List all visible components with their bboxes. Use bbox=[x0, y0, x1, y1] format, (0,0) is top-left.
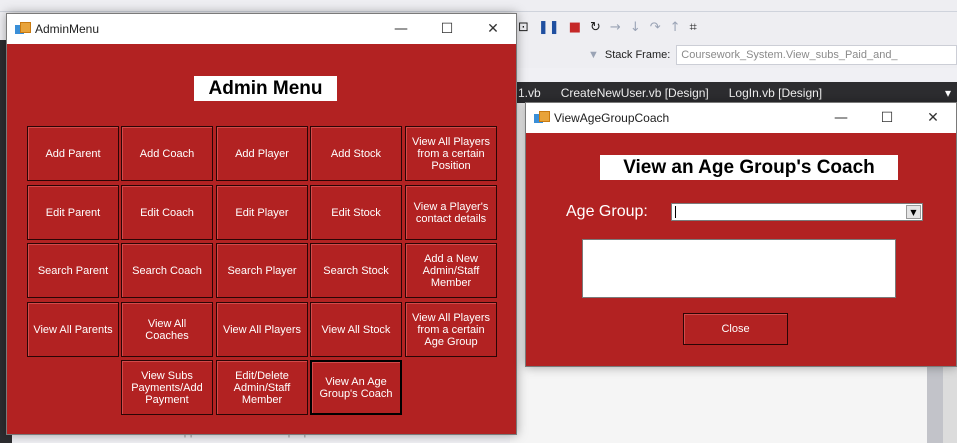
view-age-group-coach-window: ViewAgeGroupCoach — ☐ ✕ View an Age Grou… bbox=[525, 102, 957, 367]
close-window-button[interactable]: ✕ bbox=[910, 103, 956, 133]
age-coach-form: View an Age Group's Coach Age Group: ▼ C… bbox=[526, 133, 956, 366]
add-admin-staff-button[interactable]: Add a New Admin/Staff Member bbox=[405, 243, 497, 298]
show-next-statement-icon[interactable]: → bbox=[610, 20, 621, 35]
search-stock-button[interactable]: Search Stock bbox=[310, 243, 402, 298]
age-group-dropdown[interactable]: ▼ bbox=[671, 203, 923, 221]
maximize-button[interactable]: ☐ bbox=[424, 14, 470, 44]
search-player-button[interactable]: Search Player bbox=[216, 243, 308, 298]
view-age-group-coach-button[interactable]: View An Age Group's Coach bbox=[310, 360, 402, 415]
admin-menu-window: AdminMenu — ☐ ✕ Admin Menu Add Parent Ad… bbox=[6, 13, 517, 435]
age-group-label: Age Group: bbox=[566, 203, 648, 220]
view-all-parents-button[interactable]: View All Parents bbox=[27, 302, 119, 357]
admin-menu-titlebar[interactable]: AdminMenu — ☐ ✕ bbox=[7, 14, 516, 44]
page-title: Admin Menu bbox=[194, 76, 337, 101]
view-all-stock-button[interactable]: View All Stock bbox=[310, 302, 402, 357]
ide-stack-frame-bar: ▼ Stack Frame: Coursework_System.View_su… bbox=[510, 42, 957, 68]
page-title: View an Age Group's Coach bbox=[600, 155, 898, 180]
search-coach-button[interactable]: Search Coach bbox=[121, 243, 213, 298]
admin-menu-form: Admin Menu Add Parent Add Coach Add Play… bbox=[7, 44, 516, 434]
close-window-button[interactable]: ✕ bbox=[470, 14, 516, 44]
age-coach-titlebar[interactable]: ViewAgeGroupCoach — ☐ ✕ bbox=[526, 103, 956, 133]
stack-frame-dropdown[interactable]: Coursework_System.View_subs_Paid_and_ bbox=[676, 45, 957, 65]
stack-frame-label: Stack Frame: bbox=[604, 49, 671, 61]
thread-filter-icon[interactable]: ▼ bbox=[588, 49, 599, 61]
edit-stock-button[interactable]: Edit Stock bbox=[310, 185, 402, 240]
tab-overflow-icon[interactable]: ▾ bbox=[939, 86, 957, 100]
add-stock-button[interactable]: Add Stock bbox=[310, 126, 402, 181]
step-over-icon[interactable]: ↷ bbox=[650, 20, 661, 35]
edit-coach-button[interactable]: Edit Coach bbox=[121, 185, 213, 240]
add-player-button[interactable]: Add Player bbox=[216, 126, 308, 181]
ide-tab-login[interactable]: LogIn.vb [Design] bbox=[721, 86, 834, 100]
edit-delete-admin-button[interactable]: Edit/Delete Admin/Staff Member bbox=[216, 360, 308, 415]
minimize-button[interactable]: — bbox=[378, 14, 424, 44]
view-all-coaches-button[interactable]: View All Coaches bbox=[121, 302, 213, 357]
view-all-players-button[interactable]: View All Players bbox=[216, 302, 308, 357]
hex-display-icon[interactable]: ⌗ bbox=[690, 20, 697, 35]
text-caret bbox=[675, 206, 676, 218]
screenshot-icon[interactable]: ⊡ bbox=[518, 20, 529, 35]
ide-scrollbar-thumb[interactable] bbox=[927, 365, 943, 443]
window-title: AdminMenu bbox=[35, 22, 100, 36]
ide-debug-toolbar: ⊡ ❚❚ ■ ↻ → ↓ ↷ ↑ ⌗ bbox=[510, 12, 957, 42]
ide-tab-createnewuser[interactable]: CreateNewUser.vb [Design] bbox=[553, 86, 721, 100]
close-button[interactable]: Close bbox=[683, 313, 788, 345]
stop-icon[interactable]: ■ bbox=[569, 20, 581, 35]
ide-title-strip bbox=[0, 0, 957, 12]
restart-icon[interactable]: ↻ bbox=[590, 20, 601, 35]
chevron-down-icon[interactable]: ▼ bbox=[906, 205, 921, 219]
form-icon bbox=[15, 22, 31, 36]
view-subs-payments-button[interactable]: View Subs Payments/Add Payment bbox=[121, 360, 213, 415]
add-parent-button[interactable]: Add Parent bbox=[27, 126, 119, 181]
view-players-by-position-button[interactable]: View All Players from a certain Position bbox=[405, 126, 497, 181]
edit-parent-button[interactable]: Edit Parent bbox=[27, 185, 119, 240]
coach-output-box bbox=[582, 239, 896, 298]
window-title: ViewAgeGroupCoach bbox=[554, 111, 670, 125]
search-parent-button[interactable]: Search Parent bbox=[27, 243, 119, 298]
add-coach-button[interactable]: Add Coach bbox=[121, 126, 213, 181]
step-into-icon[interactable]: ↓ bbox=[630, 20, 641, 35]
form-icon bbox=[534, 111, 550, 125]
view-player-contact-button[interactable]: View a Player's contact details bbox=[405, 185, 497, 240]
step-out-icon[interactable]: ↑ bbox=[670, 20, 681, 35]
edit-player-button[interactable]: Edit Player bbox=[216, 185, 308, 240]
pause-icon[interactable]: ❚❚ bbox=[538, 20, 560, 35]
maximize-button[interactable]: ☐ bbox=[864, 103, 910, 133]
view-players-by-age-group-button[interactable]: View All Players from a certain Age Grou… bbox=[405, 302, 497, 357]
ide-document-tabs: 1.vb CreateNewUser.vb [Design] LogIn.vb … bbox=[510, 82, 957, 103]
minimize-button[interactable]: — bbox=[818, 103, 864, 133]
